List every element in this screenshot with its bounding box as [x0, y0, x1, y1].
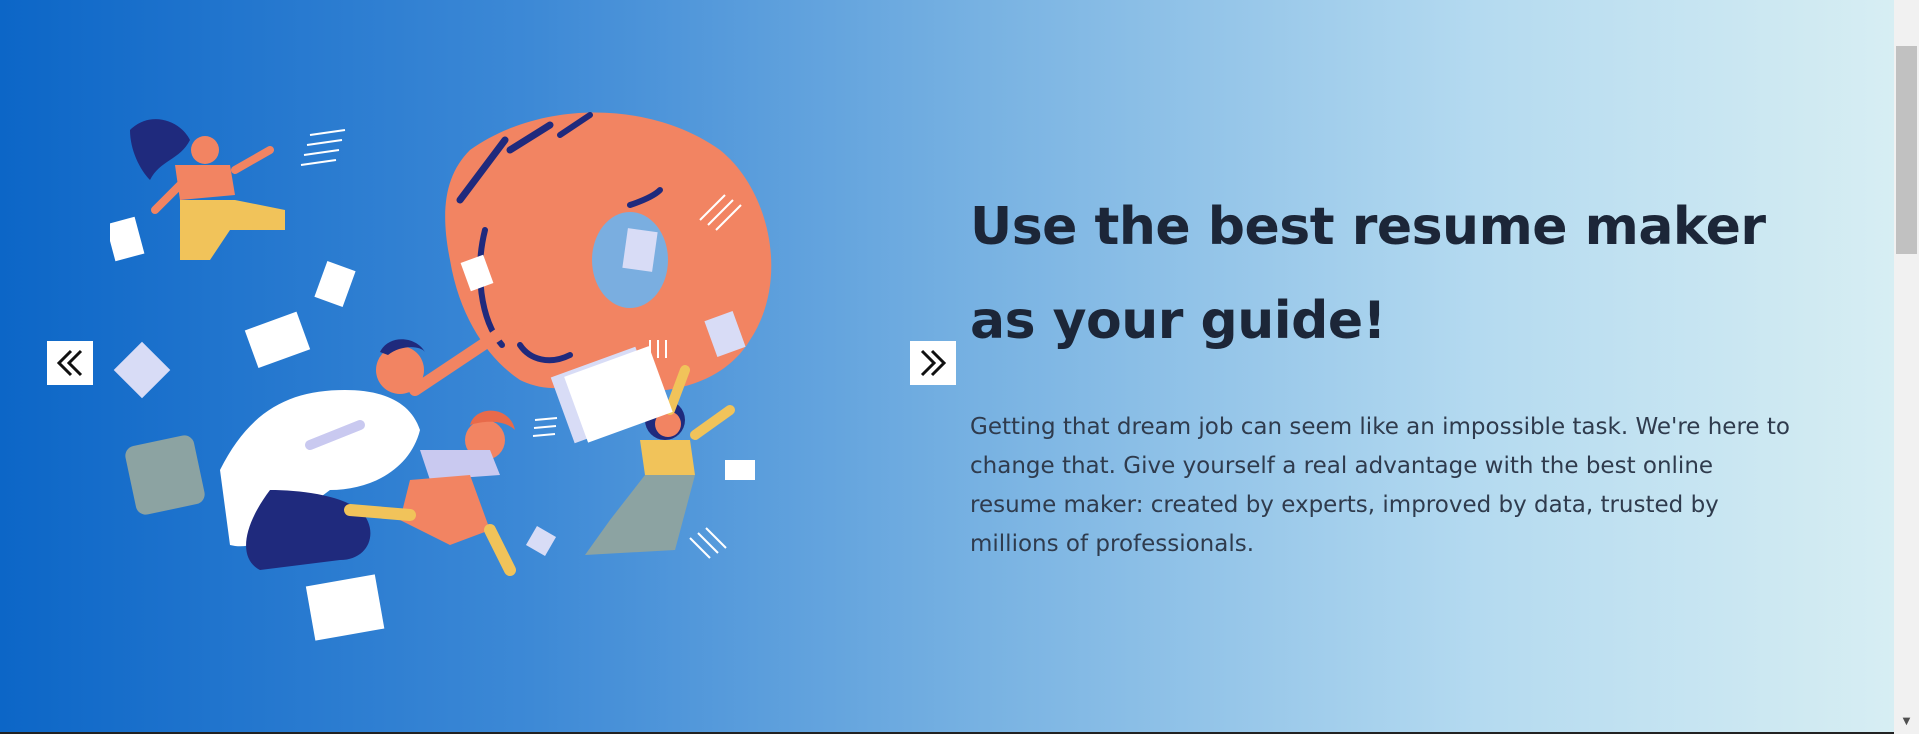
scroll-down-arrow-icon[interactable]: ▼	[1898, 712, 1915, 730]
hero-text: Use the best resume maker as your guide!…	[970, 180, 1790, 564]
vertical-scrollbar[interactable]: ▼	[1894, 0, 1919, 734]
double-chevron-left-icon	[56, 349, 83, 377]
scrollbar-thumb[interactable]	[1896, 46, 1917, 254]
hero-headline: Use the best resume maker as your guide!	[970, 197, 1766, 351]
hero-section: Use the best resume maker as your guide!…	[0, 0, 1894, 734]
double-chevron-right-icon	[920, 349, 947, 377]
hero-description: Getting that dream job can seem like an …	[970, 414, 1790, 557]
carousel-next-button[interactable]	[910, 341, 956, 385]
hero-illustration	[110, 112, 772, 641]
carousel-prev-button[interactable]	[47, 341, 93, 385]
